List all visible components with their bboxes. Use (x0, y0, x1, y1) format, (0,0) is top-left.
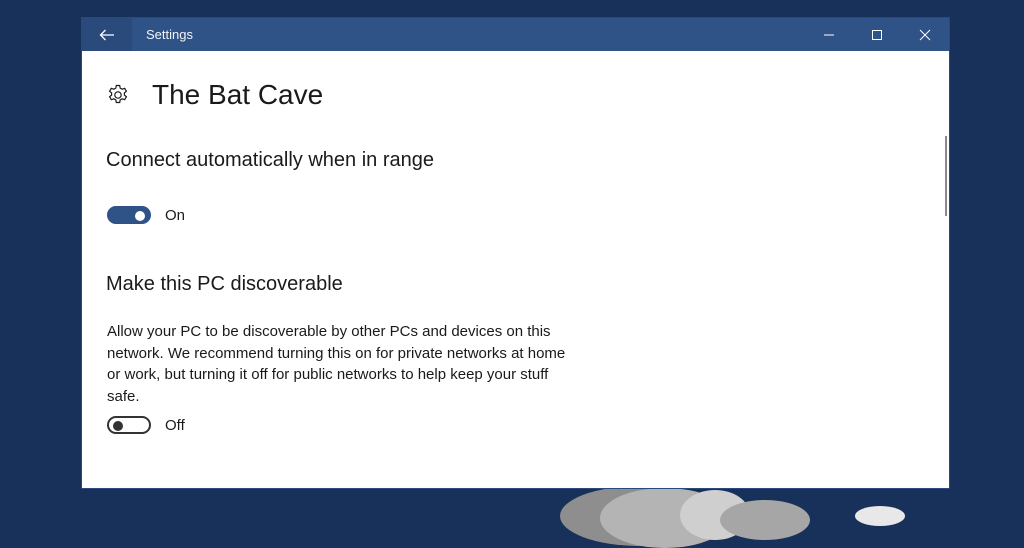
discoverable-setting: Off (107, 416, 185, 434)
title-bar[interactable]: Settings (82, 18, 949, 51)
page-header: The Bat Cave (106, 79, 323, 111)
connect-automatically-heading: Connect automatically when in range (106, 149, 434, 171)
connect-automatically-setting: On (107, 206, 185, 224)
maximize-icon (872, 29, 882, 40)
settings-window: Settings The Bat Cave Connect automatica… (82, 18, 949, 488)
close-button[interactable] (901, 18, 949, 51)
discoverable-description: Allow your PC to be discoverable by othe… (107, 323, 566, 405)
maximize-button[interactable] (853, 18, 901, 51)
toggle-knob (135, 211, 145, 221)
close-icon (919, 29, 931, 40)
back-button[interactable] (82, 18, 132, 51)
minimize-button[interactable] (805, 18, 853, 51)
discoverable-heading: Make this PC discoverable (106, 273, 343, 295)
scrollbar[interactable] (945, 136, 947, 216)
page-title: The Bat Cave (152, 79, 324, 110)
gear-icon (108, 84, 128, 104)
desktop-wallpaper-shape (855, 506, 905, 526)
window-controls (805, 18, 949, 51)
toggle-state-label: Off (165, 416, 185, 434)
arrow-left-icon (99, 29, 114, 40)
toggle-knob (113, 421, 123, 431)
discoverable-toggle[interactable] (107, 416, 151, 434)
connect-automatically-toggle[interactable] (107, 206, 151, 224)
window-title: Settings (146, 27, 193, 42)
toggle-state-label: On (165, 206, 186, 224)
desktop-wallpaper-shape (720, 500, 810, 540)
minimize-icon (824, 34, 834, 35)
settings-content: The Bat Cave Connect automatically when … (82, 51, 949, 488)
